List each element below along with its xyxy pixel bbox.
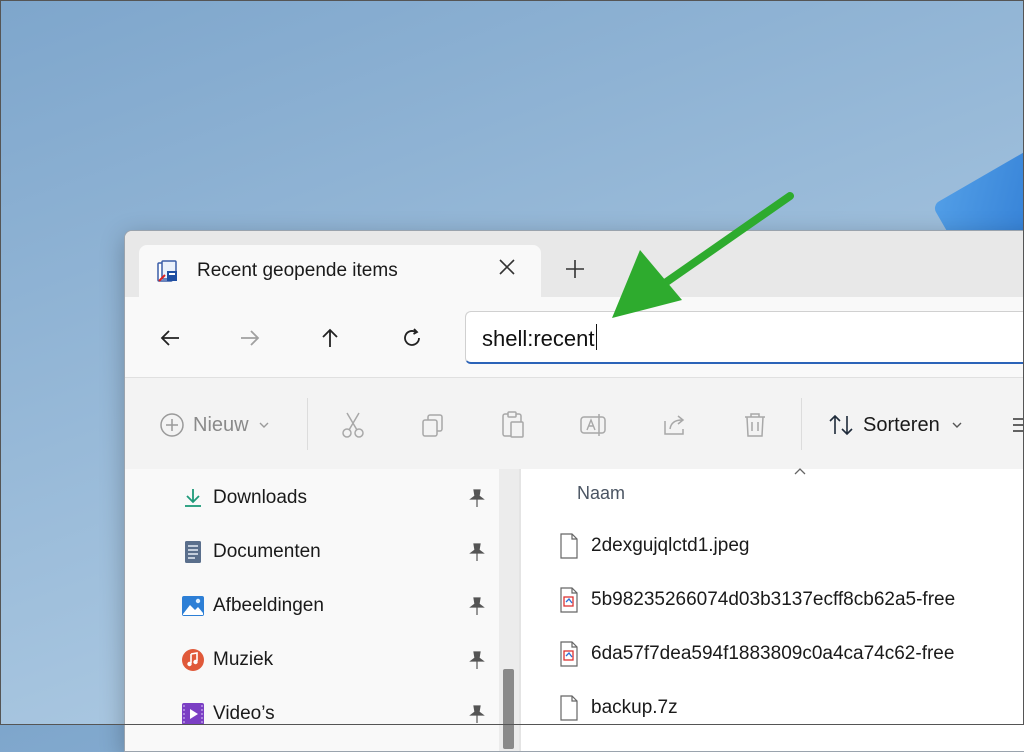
navigation-pane: Downloads Documenten Afbeeldingen Muziek… — [125, 469, 499, 751]
plus-circle-icon — [160, 413, 184, 437]
delete-button[interactable] — [741, 408, 769, 442]
refresh-button[interactable] — [395, 321, 429, 355]
file-icon — [560, 695, 578, 721]
sidebar-item-label: Afbeeldingen — [213, 595, 324, 616]
documents-icon — [181, 540, 205, 564]
music-icon — [181, 648, 205, 672]
sidebar-item-label: Documenten — [213, 541, 321, 562]
sort-button[interactable]: Sorteren — [827, 408, 964, 442]
file-list: Naam 2dexgujqlctd1.jpeg 5b98235266074d03… — [521, 468, 1024, 751]
toolbar-divider — [801, 398, 802, 450]
address-value: shell:recent — [482, 326, 595, 351]
image-file-icon — [560, 641, 578, 667]
text-cursor — [595, 324, 597, 350]
copy-icon — [422, 414, 443, 437]
view-button[interactable] — [1011, 408, 1024, 442]
paste-button[interactable] — [499, 408, 527, 442]
close-icon — [499, 259, 515, 275]
pin-icon[interactable] — [467, 703, 487, 725]
share-icon — [664, 415, 685, 435]
scissors-icon — [342, 412, 364, 438]
command-bar: Nieuw Sorteren — [125, 377, 1024, 471]
list-item[interactable]: backup.7z — [559, 693, 1024, 723]
forward-button[interactable] — [233, 321, 267, 355]
pin-icon[interactable] — [467, 595, 487, 617]
file-name: 6da57f7dea594f1883809c0a4ca74c62-free — [591, 643, 955, 664]
file-name: backup.7z — [591, 697, 678, 718]
rename-button[interactable] — [579, 408, 609, 442]
new-tab-button[interactable] — [565, 257, 585, 283]
paste-icon — [502, 411, 524, 438]
pin-icon[interactable] — [467, 487, 487, 509]
share-button[interactable] — [661, 408, 689, 442]
tab-recent-items[interactable]: Recent geopende items — [139, 245, 541, 297]
sidebar-item-muziek[interactable]: Muziek — [181, 645, 491, 675]
address-input-text[interactable]: shell:recent — [482, 324, 597, 352]
new-button[interactable]: Nieuw — [159, 408, 271, 442]
image-file-icon — [560, 587, 578, 613]
rename-icon — [580, 414, 606, 436]
sidebar-item-documenten[interactable]: Documenten — [181, 537, 491, 567]
chevron-down-icon — [259, 422, 269, 428]
sidebar-item-downloads[interactable]: Downloads — [181, 483, 491, 513]
list-item[interactable]: 2dexgujqlctd1.jpeg — [559, 531, 1024, 561]
file-icon — [560, 533, 578, 559]
videos-icon — [181, 702, 205, 726]
navigation-pane-scrollbar[interactable] — [499, 469, 519, 751]
scrollbar-thumb[interactable] — [503, 669, 514, 749]
sort-ascending-icon — [793, 463, 807, 479]
sidebar-item-afbeeldingen[interactable]: Afbeeldingen — [181, 591, 491, 621]
toolbar-divider — [307, 398, 308, 450]
sidebar-item-label: Muziek — [213, 649, 274, 670]
recent-items-icon — [155, 259, 181, 285]
refresh-icon — [404, 328, 420, 346]
trash-icon — [745, 413, 765, 437]
cut-button[interactable] — [339, 408, 367, 442]
copy-button[interactable] — [419, 408, 447, 442]
back-button[interactable] — [153, 321, 187, 355]
plus-icon — [566, 260, 584, 278]
arrow-up-icon — [322, 328, 338, 347]
sort-icon — [829, 414, 853, 436]
list-item[interactable]: 6da57f7dea594f1883809c0a4ca74c62-free — [559, 639, 1024, 669]
list-item[interactable]: 5b98235266074d03b3137ecff8cb62a5-free — [559, 585, 1024, 615]
address-bar[interactable]: shell:recent — [465, 311, 1024, 364]
arrow-right-icon — [241, 330, 260, 346]
view-list-icon — [1013, 418, 1024, 432]
new-button-label: Nieuw — [193, 413, 249, 436]
file-name: 5b98235266074d03b3137ecff8cb62a5-free — [591, 589, 956, 610]
pin-icon[interactable] — [467, 649, 487, 671]
column-header-name[interactable]: Naam — [577, 483, 625, 504]
sidebar-item-label: Video’s — [213, 703, 275, 724]
pin-icon[interactable] — [467, 541, 487, 563]
download-icon — [181, 486, 205, 510]
file-explorer-window: Recent geopende items shell:recent Nieuw… — [124, 230, 1024, 752]
arrow-left-icon — [160, 330, 179, 346]
up-button[interactable] — [313, 321, 347, 355]
tab-title: Recent geopende items — [197, 260, 398, 281]
sort-button-label: Sorteren — [863, 413, 940, 436]
pictures-icon — [181, 594, 205, 618]
close-tab-button[interactable] — [493, 255, 521, 283]
file-name: 2dexgujqlctd1.jpeg — [591, 535, 750, 556]
sidebar-item-label: Downloads — [213, 487, 307, 508]
tab-bar: Recent geopende items — [125, 231, 1024, 297]
navigation-bar: shell:recent — [125, 297, 1024, 377]
chevron-down-icon — [952, 422, 962, 428]
